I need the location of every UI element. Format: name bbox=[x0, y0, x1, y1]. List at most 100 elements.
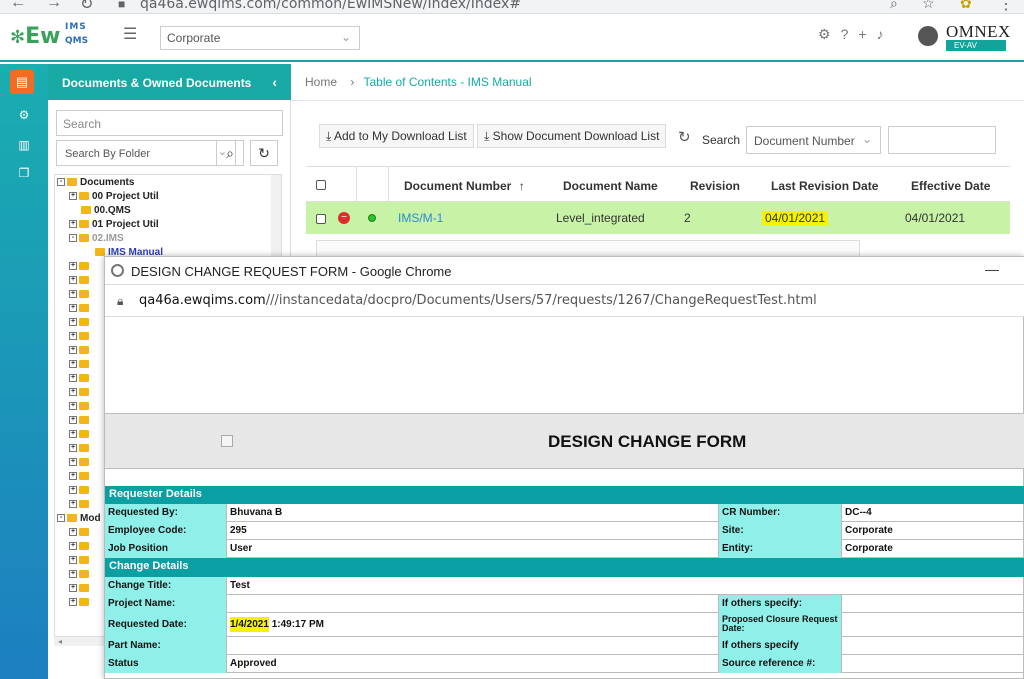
expand-icon[interactable]: + bbox=[69, 290, 77, 299]
tree-node-01-project-util[interactable]: +01 Project Util bbox=[69, 219, 159, 230]
expand-icon[interactable]: + bbox=[69, 388, 77, 397]
tree-node-collapsed[interactable]: + bbox=[69, 457, 92, 468]
tree-node-collapsed[interactable]: + bbox=[69, 583, 92, 594]
expand-icon[interactable]: + bbox=[69, 304, 77, 313]
tree-node-collapsed[interactable]: + bbox=[69, 597, 92, 608]
tree-node-collapsed[interactable]: + bbox=[69, 499, 92, 510]
search-by-folder-select[interactable]: Search By Folder ⌄ bbox=[56, 140, 236, 166]
sidebar-search-input[interactable]: Search bbox=[56, 110, 283, 136]
tree-node-mod[interactable]: - Mod bbox=[57, 513, 101, 524]
tree-node-collapsed[interactable]: + bbox=[69, 317, 92, 328]
tree-node-collapsed[interactable]: + bbox=[69, 303, 92, 314]
refresh-button[interactable]: ↻ bbox=[250, 140, 278, 166]
table-row[interactable]: − IMS/M-1 Level_integrated 2 04/01/2021 … bbox=[306, 202, 1010, 234]
breadcrumb-current[interactable]: Table of Contents - IMS Manual bbox=[363, 75, 531, 89]
ewqims-logo[interactable]: ✻Ew IMS QMS bbox=[10, 22, 88, 49]
search-field-select[interactable]: Document Number ⌄ bbox=[746, 126, 881, 154]
browser-address[interactable]: qa46a.ewqims.com/common/EwIMSNew/Index/I… bbox=[140, 0, 521, 12]
copy-icon[interactable]: ❐ bbox=[16, 166, 32, 182]
tree-node-documents[interactable]: - Documents bbox=[57, 177, 134, 188]
expand-icon[interactable]: + bbox=[69, 458, 77, 467]
tree-node-collapsed[interactable]: + bbox=[69, 345, 92, 356]
expand-icon[interactable]: + bbox=[69, 584, 77, 593]
tree-node-collapsed[interactable]: + bbox=[69, 387, 92, 398]
search-button[interactable]: ⌕ bbox=[216, 140, 244, 166]
expand-icon[interactable]: + bbox=[69, 430, 77, 439]
remove-icon[interactable]: − bbox=[338, 212, 350, 224]
tree-node-collapsed[interactable]: + bbox=[69, 471, 92, 482]
star-icon[interactable]: ☆ bbox=[922, 0, 935, 12]
tree-node-collapsed[interactable]: + bbox=[69, 569, 92, 580]
collapse-chevron-icon[interactable]: ‹ bbox=[272, 74, 277, 90]
hamburger-menu-icon[interactable]: ☰ bbox=[123, 24, 137, 44]
expand-icon[interactable]: + bbox=[69, 262, 77, 271]
tree-node-collapsed[interactable]: + bbox=[69, 289, 92, 300]
expand-icon[interactable]: + bbox=[69, 332, 77, 341]
tree-node-collapsed[interactable]: + bbox=[69, 485, 92, 496]
expand-icon[interactable]: + bbox=[69, 472, 77, 481]
plus-icon[interactable]: + bbox=[858, 26, 866, 42]
expand-icon[interactable]: + bbox=[69, 360, 77, 369]
popup-address-bar[interactable]: 🔒︎ qa46a.ewqims.com///instancedata/docpr… bbox=[105, 285, 1024, 317]
expand-icon[interactable]: + bbox=[69, 570, 77, 579]
tree-node-collapsed[interactable]: + bbox=[69, 373, 92, 384]
expand-icon[interactable]: + bbox=[69, 402, 77, 411]
back-icon[interactable]: ← bbox=[10, 0, 26, 12]
row-checkbox[interactable] bbox=[316, 214, 326, 224]
documents-app-icon[interactable]: ▤ bbox=[10, 70, 34, 94]
expand-icon[interactable]: + bbox=[69, 598, 77, 607]
expand-icon[interactable]: + bbox=[69, 528, 77, 537]
expand-icon[interactable]: + bbox=[69, 192, 77, 201]
add-to-download-list-button[interactable]: ⤓ Add to My Download List bbox=[319, 124, 474, 148]
refresh-icon[interactable]: ↻ bbox=[678, 128, 691, 146]
collapse-icon[interactable]: - bbox=[57, 514, 65, 523]
minimize-icon[interactable]: — bbox=[985, 261, 999, 277]
expand-icon[interactable]: + bbox=[69, 556, 77, 565]
expand-icon[interactable]: + bbox=[69, 220, 77, 229]
forward-icon[interactable]: → bbox=[46, 0, 62, 12]
collapse-icon[interactable]: - bbox=[69, 234, 77, 243]
breadcrumb-home[interactable]: Home bbox=[305, 75, 337, 89]
collapse-icon[interactable]: - bbox=[57, 178, 65, 187]
bell-icon[interactable]: ♪ bbox=[877, 26, 884, 42]
expand-icon[interactable]: + bbox=[69, 542, 77, 551]
tree-node-collapsed[interactable]: + bbox=[69, 443, 92, 454]
tree-node-collapsed[interactable]: + bbox=[69, 415, 92, 426]
search-input[interactable] bbox=[888, 126, 996, 154]
help-icon[interactable]: ? bbox=[841, 26, 849, 42]
gear-icon[interactable]: ⚙ bbox=[818, 26, 831, 42]
tree-node-collapsed[interactable]: + bbox=[69, 261, 92, 272]
select-all-checkbox[interactable] bbox=[316, 180, 326, 190]
expand-icon[interactable]: + bbox=[69, 500, 77, 509]
expand-icon[interactable]: + bbox=[69, 416, 77, 425]
tree-node-collapsed[interactable]: + bbox=[69, 401, 92, 412]
col-last-revision-date[interactable]: Last Revision Date bbox=[771, 179, 878, 193]
expand-icon[interactable]: + bbox=[69, 486, 77, 495]
doc-number-link[interactable]: IMS/M-1 bbox=[398, 211, 443, 225]
book-icon[interactable]: ▥ bbox=[16, 138, 32, 154]
tree-node-collapsed[interactable]: + bbox=[69, 429, 92, 440]
expand-icon[interactable]: + bbox=[69, 444, 77, 453]
tree-node-00-project-util[interactable]: +00 Project Util bbox=[69, 191, 159, 202]
menu-icon[interactable]: ⋮ bbox=[998, 0, 1014, 13]
tree-node-collapsed[interactable]: + bbox=[69, 527, 92, 538]
expand-icon[interactable]: + bbox=[69, 374, 77, 383]
tree-node-02-ims[interactable]: - 02.IMS bbox=[69, 233, 124, 244]
col-document-name[interactable]: Document Name bbox=[563, 179, 658, 193]
extension-icon[interactable]: ✿ bbox=[960, 0, 972, 12]
tree-node-00-qms[interactable]: 00.QMS bbox=[81, 205, 131, 216]
col-revision[interactable]: Revision bbox=[690, 179, 740, 193]
tree-node-collapsed[interactable]: + bbox=[69, 541, 92, 552]
expand-icon[interactable]: + bbox=[69, 276, 77, 285]
tree-node-collapsed[interactable]: + bbox=[69, 275, 92, 286]
col-effective-date[interactable]: Effective Date bbox=[911, 179, 990, 193]
col-document-number[interactable]: Document Number ↑ bbox=[404, 179, 525, 193]
tree-node-collapsed[interactable]: + bbox=[69, 359, 92, 370]
tree-node-collapsed[interactable]: + bbox=[69, 331, 92, 342]
reload-icon[interactable]: ↻ bbox=[80, 0, 93, 13]
site-select[interactable]: Corporate ⌄ bbox=[160, 26, 360, 50]
avatar[interactable] bbox=[918, 26, 938, 46]
expand-icon[interactable]: + bbox=[69, 346, 77, 355]
search-icon[interactable]: ⌕ bbox=[890, 0, 898, 12]
show-download-list-button[interactable]: ⤓ Show Document Download List bbox=[477, 124, 667, 148]
